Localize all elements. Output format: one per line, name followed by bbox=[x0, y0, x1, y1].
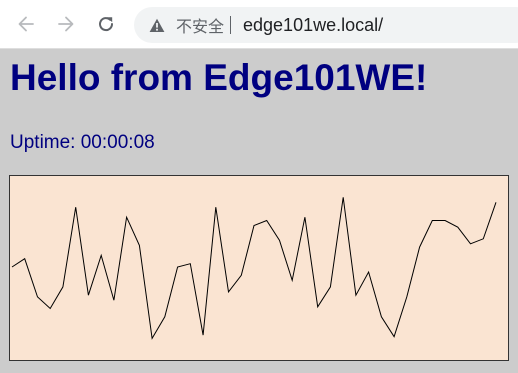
back-button[interactable] bbox=[12, 10, 40, 38]
line-chart bbox=[11, 197, 497, 340]
reload-icon bbox=[96, 14, 116, 34]
warning-triangle-icon[interactable] bbox=[148, 16, 166, 34]
browser-toolbar: 不安全 edge101we.local/ bbox=[0, 0, 518, 49]
arrow-left-icon bbox=[16, 14, 36, 34]
arrow-right-icon bbox=[56, 14, 76, 34]
url-text[interactable]: edge101we.local/ bbox=[243, 15, 383, 36]
series-line bbox=[11, 197, 497, 340]
forward-button[interactable] bbox=[52, 10, 80, 38]
address-bar[interactable]: 不安全 edge101we.local/ bbox=[134, 7, 518, 43]
uptime-text: Uptime: 00:00:08 bbox=[10, 132, 155, 153]
security-status-label[interactable]: 不安全 bbox=[176, 13, 224, 37]
chart-container bbox=[9, 175, 509, 361]
page-content: Hello from Edge101WE! Uptime: 00:00:08 bbox=[0, 49, 518, 373]
omnibox-separator bbox=[230, 16, 232, 34]
reload-button[interactable] bbox=[92, 10, 120, 38]
page-title: Hello from Edge101WE! bbox=[10, 57, 428, 98]
